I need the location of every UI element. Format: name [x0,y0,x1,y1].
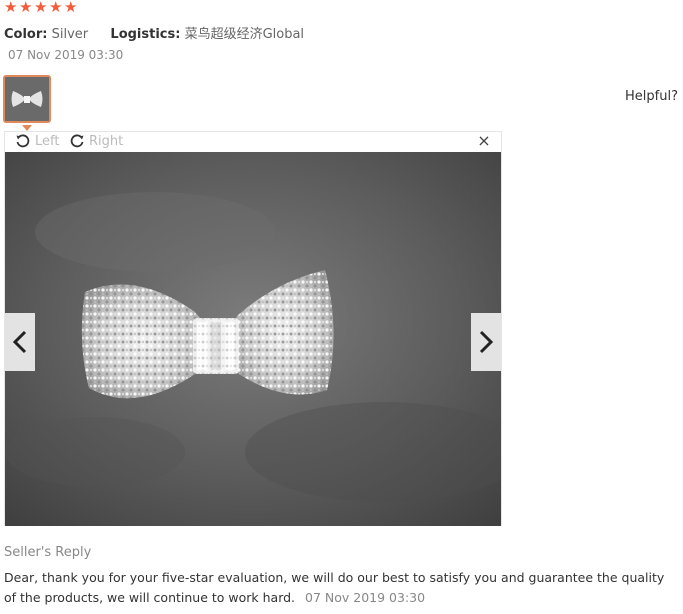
review-meta: Color: Silver Logistics: 菜鸟超级经济Global [4,23,304,42]
logistics-label: Logistics: [110,27,181,42]
bow-thumbnail-icon [5,77,49,121]
rotate-left-icon [16,134,30,148]
close-viewer-button[interactable]: × [477,133,491,149]
star-icon: ★ [64,0,78,16]
star-icon: ★ [4,0,18,16]
star-icon: ★ [49,0,63,16]
star-icon: ★ [34,0,48,16]
seller-reply-date: 07 Nov 2019 03:30 [305,590,426,605]
chevron-left-icon [12,330,27,354]
color-value: Silver [51,27,89,42]
rotate-left-label: Left [35,133,60,149]
logistics-value: 菜鸟超级经济Global [184,27,305,42]
seller-reply-title: Seller's Reply [4,545,92,560]
rotate-right-label: Right [89,133,124,149]
image-viewer: Left Right × [4,131,502,526]
previous-image-button[interactable] [5,313,35,371]
rotate-left-button[interactable]: Left [15,133,59,149]
review-photo-large [5,152,501,526]
bow-photo-image [5,152,501,526]
rotate-right-icon [70,134,84,148]
rotate-right-button[interactable]: Right [69,133,123,149]
helpful-link[interactable]: Helpful? [625,89,678,104]
viewer-toolbar: Left Right × [5,132,501,152]
seller-reply-body: Dear, thank you for your five-star evalu… [4,568,680,608]
color-label: Color: [4,27,48,42]
star-icon: ★ [19,0,33,16]
chevron-right-icon [479,330,494,354]
review-date: 07 Nov 2019 03:30 [8,48,124,62]
rating-stars: ★ ★ ★ ★ ★ [4,0,78,16]
next-image-button[interactable] [471,313,501,371]
review-photo-thumbnail[interactable] [3,75,51,123]
